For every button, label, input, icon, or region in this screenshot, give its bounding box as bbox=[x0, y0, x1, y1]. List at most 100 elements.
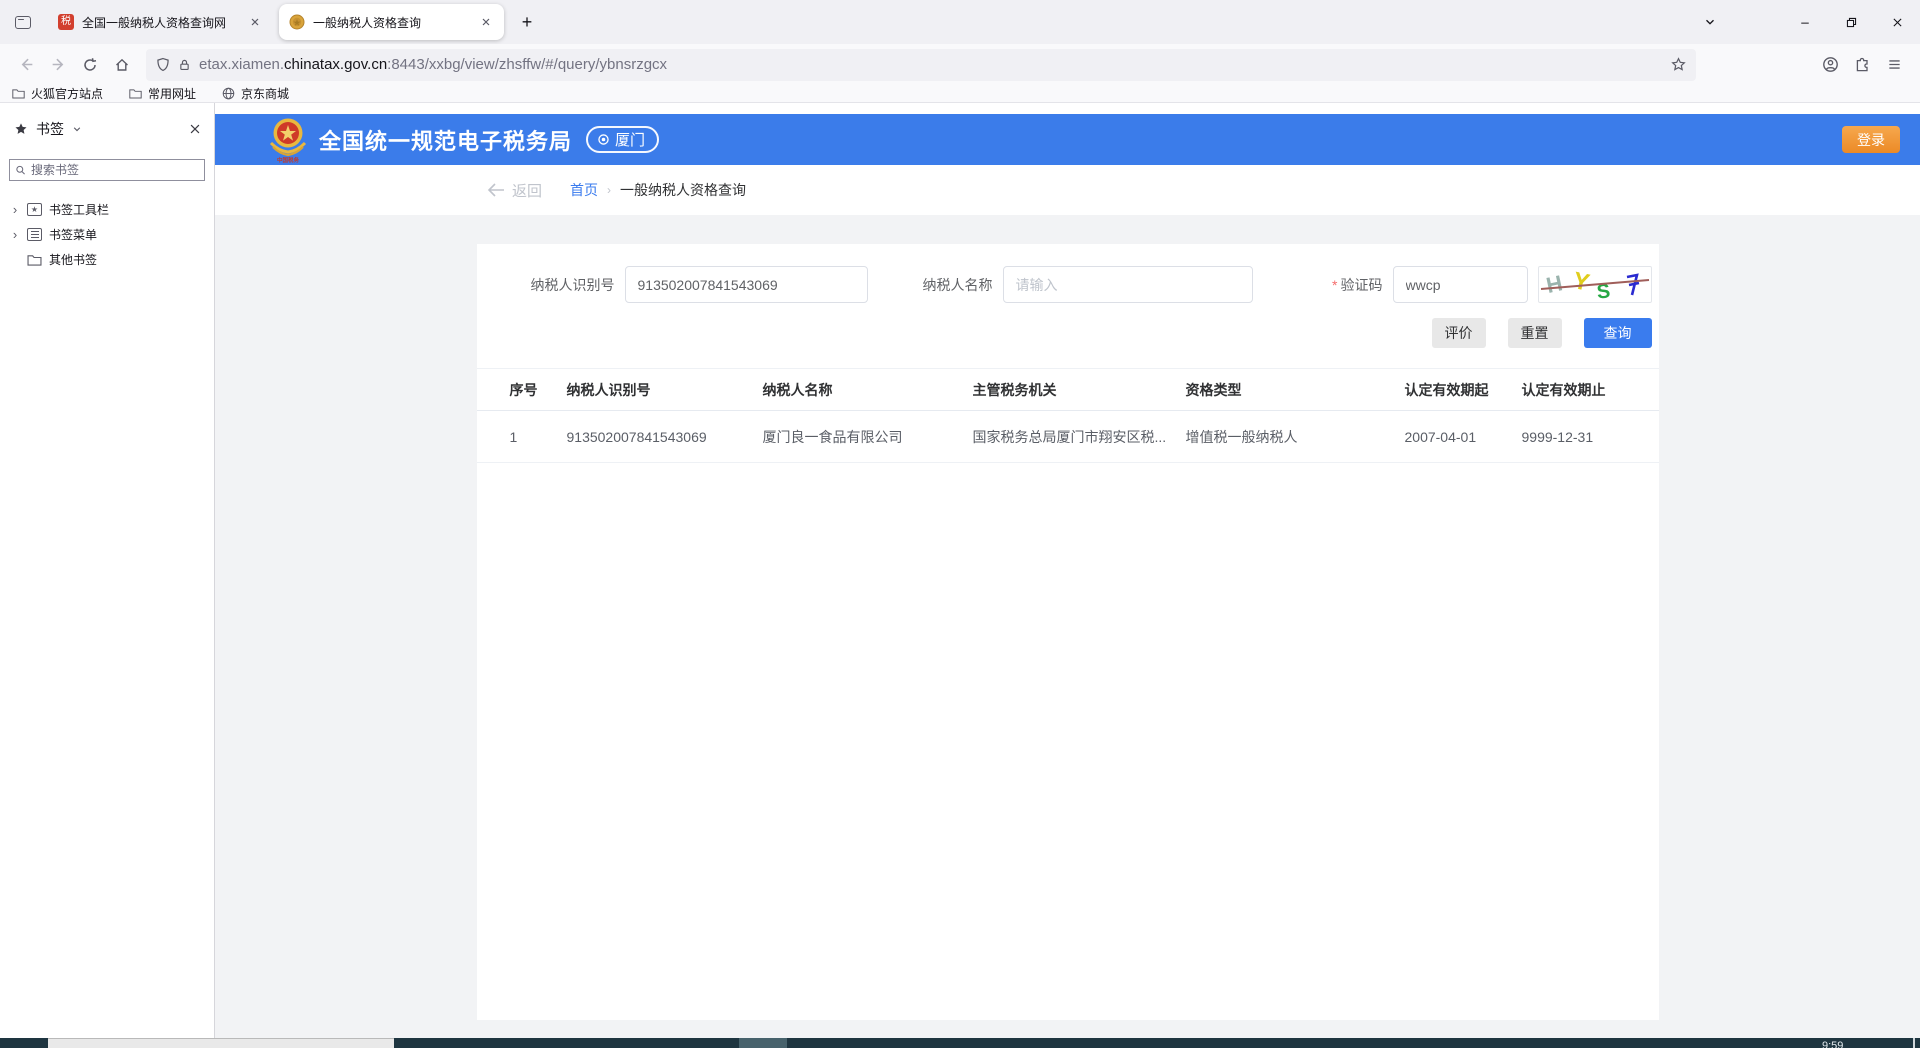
scrollbar-thumb[interactable] bbox=[48, 1038, 394, 1048]
back-link[interactable]: 返回 bbox=[487, 180, 542, 201]
extensions-icon[interactable] bbox=[1846, 49, 1878, 81]
location-pin-icon bbox=[597, 133, 610, 146]
table-header-cell: 认定有效期起 bbox=[1405, 369, 1522, 411]
query-card: 纳税人识别号 纳税人名称 *验证码 H Y S bbox=[477, 244, 1659, 1020]
table-cell: 9999-12-31 bbox=[1522, 411, 1659, 463]
taxpayer-name-input[interactable] bbox=[1003, 266, 1253, 303]
sidebar-title: 书签 bbox=[36, 119, 64, 139]
bookmarks-toolbar-icon: ★ bbox=[27, 203, 42, 216]
taskbar-edge: 9:59 bbox=[0, 1038, 1920, 1048]
table-header-cell: 序号 bbox=[477, 369, 567, 411]
location-selector[interactable]: 厦门 bbox=[586, 126, 659, 153]
sidebar-close-button[interactable] bbox=[188, 122, 202, 136]
chevron-down-icon[interactable] bbox=[72, 124, 82, 134]
content-area: 书签 › ★ 书签工具栏 › 书签菜单 bbox=[0, 103, 1920, 1038]
result-table: 序号纳税人识别号纳税人名称主管税务机关资格类型认定有效期起认定有效期止 1913… bbox=[477, 368, 1659, 463]
sidebar-item-bookmarks-menu[interactable]: › 书签菜单 bbox=[0, 222, 214, 247]
tab-taxpayer-query-active[interactable]: 一般纳税人资格查询 bbox=[279, 4, 504, 40]
search-icon bbox=[15, 164, 26, 176]
back-arrow-icon bbox=[487, 183, 505, 197]
account-icon[interactable] bbox=[1814, 49, 1846, 81]
table-header-cell: 主管税务机关 bbox=[973, 369, 1186, 411]
captcha-image[interactable]: H Y S bbox=[1538, 266, 1652, 303]
lock-icon[interactable] bbox=[178, 58, 191, 72]
table-header-cell: 纳税人名称 bbox=[763, 369, 973, 411]
breadcrumb-home-link[interactable]: 首页 bbox=[570, 180, 598, 200]
close-window-button[interactable] bbox=[1874, 0, 1920, 44]
window-controls bbox=[1690, 0, 1920, 44]
navigation-toolbar: etax.xiamen.chinatax.gov.cn:8443/xxbg/vi… bbox=[0, 44, 1920, 85]
sidebar-item-other-bookmarks[interactable]: 其他书签 bbox=[0, 247, 214, 272]
reset-button[interactable]: 重置 bbox=[1508, 318, 1562, 348]
tab-taxpayer-query-site[interactable]: 税 全国一般纳税人资格查询网 bbox=[48, 4, 273, 40]
taxpayer-id-label: 纳税人识别号 bbox=[477, 275, 625, 295]
table-cell: 增值税一般纳税人 bbox=[1186, 411, 1405, 463]
webpage: 中国税务 全国统一规范电子税务局 厦门 登录 返回 首页 › 一般纳 bbox=[215, 103, 1920, 1038]
table-cell: 913502007841543069 bbox=[567, 411, 763, 463]
site-header: 中国税务 全国统一规范电子税务局 厦门 登录 bbox=[215, 114, 1920, 165]
bookmark-search-box[interactable] bbox=[9, 159, 205, 181]
action-buttons: 评价 重置 查询 bbox=[477, 318, 1659, 348]
table-header-cell: 纳税人识别号 bbox=[567, 369, 763, 411]
taskbar-segment bbox=[739, 1038, 787, 1048]
tax-bureau-emblem: 中国税务 bbox=[267, 117, 309, 163]
query-form: 纳税人识别号 纳税人名称 *验证码 H Y S bbox=[477, 266, 1659, 303]
evaluate-button[interactable]: 评价 bbox=[1432, 318, 1486, 348]
expand-chevron-icon[interactable]: › bbox=[10, 202, 20, 217]
tab-title: 全国一般纳税人资格查询网 bbox=[82, 14, 237, 31]
table-header-row: 序号纳税人识别号纳税人名称主管税务机关资格类型认定有效期起认定有效期止 bbox=[477, 369, 1659, 411]
tab-close-icon[interactable] bbox=[245, 12, 265, 32]
svg-text:H: H bbox=[1544, 270, 1565, 298]
site-title: 全国统一规范电子税务局 bbox=[319, 124, 572, 156]
table-body: 1913502007841543069厦门良一食品有限公司国家税务总局厦门市翔安… bbox=[477, 411, 1659, 463]
expand-chevron-icon[interactable]: › bbox=[10, 227, 20, 242]
table-cell: 2007-04-01 bbox=[1405, 411, 1522, 463]
bookmark-search-input[interactable] bbox=[31, 163, 199, 177]
restore-button[interactable] bbox=[1828, 0, 1874, 44]
breadcrumb-current: 一般纳税人资格查询 bbox=[620, 180, 746, 200]
bookmarks-bar: 火狐官方站点 常用网址 京东商城 bbox=[0, 85, 1920, 103]
list-all-tabs-button[interactable] bbox=[1690, 0, 1730, 44]
menu-icon[interactable] bbox=[1878, 49, 1910, 81]
tax-seal-favicon: 税 bbox=[58, 14, 74, 30]
query-button[interactable]: 查询 bbox=[1584, 318, 1652, 348]
taskbar-clock: 9:59 bbox=[1822, 1040, 1843, 1048]
breadcrumb: 返回 首页 › 一般纳税人资格查询 bbox=[215, 165, 1920, 215]
bookmarks-sidebar: 书签 › ★ 书签工具栏 › 书签菜单 bbox=[0, 103, 215, 1038]
table-header-cell: 资格类型 bbox=[1186, 369, 1405, 411]
shield-icon[interactable] bbox=[156, 57, 170, 72]
bookmark-common-sites[interactable]: 常用网址 bbox=[129, 85, 196, 102]
tab-bar: 税 全国一般纳税人资格查询网 一般纳税人资格查询 + bbox=[0, 0, 1920, 44]
tab-title: 一般纳税人资格查询 bbox=[313, 14, 468, 31]
bookmark-firefox-sites[interactable]: 火狐官方站点 bbox=[12, 85, 103, 102]
new-tab-button[interactable]: + bbox=[512, 7, 542, 37]
bookmark-star-icon[interactable] bbox=[1671, 57, 1686, 72]
url-text[interactable]: etax.xiamen.chinatax.gov.cn:8443/xxbg/vi… bbox=[199, 56, 1663, 73]
minimize-button[interactable] bbox=[1782, 0, 1828, 44]
url-bar[interactable]: etax.xiamen.chinatax.gov.cn:8443/xxbg/vi… bbox=[146, 49, 1696, 81]
forward-button[interactable] bbox=[42, 49, 74, 81]
table-cell: 1 bbox=[477, 411, 567, 463]
taxpayer-id-input[interactable] bbox=[625, 266, 868, 303]
table-cell: 国家税务总局厦门市翔安区税... bbox=[973, 411, 1186, 463]
captcha-label: *验证码 bbox=[1253, 275, 1393, 295]
table-header-cell: 认定有效期止 bbox=[1522, 369, 1659, 411]
home-button[interactable] bbox=[106, 49, 138, 81]
login-button[interactable]: 登录 bbox=[1842, 126, 1900, 153]
tab-close-icon[interactable] bbox=[476, 12, 496, 32]
captcha-input[interactable] bbox=[1393, 266, 1528, 303]
sidebar-header: 书签 bbox=[0, 103, 214, 139]
bookmark-jd[interactable]: 京东商城 bbox=[222, 85, 289, 102]
table-row: 1913502007841543069厦门良一食品有限公司国家税务总局厦门市翔安… bbox=[477, 411, 1659, 463]
reload-button[interactable] bbox=[74, 49, 106, 81]
back-button[interactable] bbox=[10, 49, 42, 81]
star-icon bbox=[14, 122, 28, 136]
firefox-view-icon bbox=[15, 16, 31, 29]
bookmarks-menu-icon bbox=[27, 228, 42, 241]
sidebar-item-bookmarks-toolbar[interactable]: › ★ 书签工具栏 bbox=[0, 197, 214, 222]
required-mark: * bbox=[1332, 277, 1337, 293]
emblem-favicon bbox=[289, 14, 305, 30]
taxpayer-name-label: 纳税人名称 bbox=[868, 275, 1003, 295]
firefox-view-button[interactable] bbox=[8, 7, 38, 37]
svg-text:中国税务: 中国税务 bbox=[277, 156, 300, 163]
